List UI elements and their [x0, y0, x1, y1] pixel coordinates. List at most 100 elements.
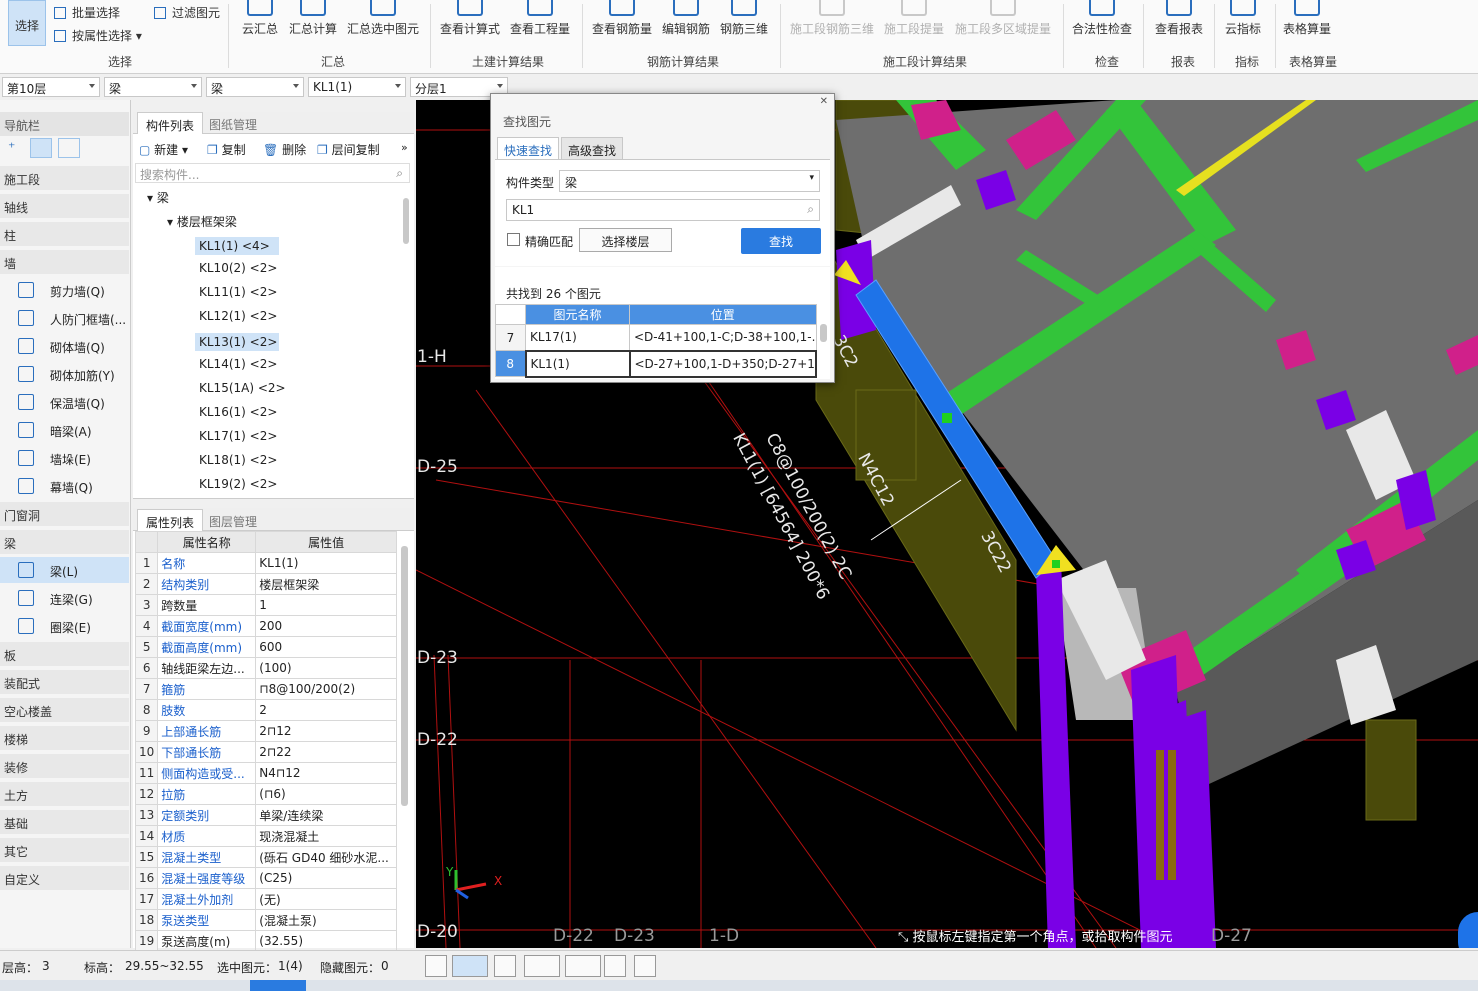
property-row[interactable]: 9 上部通长筋 2⊓12: [134, 720, 397, 742]
nav-category[interactable]: 楼梯: [0, 726, 129, 750]
summary-calc-button[interactable]: 汇总计算: [289, 0, 337, 48]
property-row[interactable]: 12 拉筋 (⊓6): [134, 783, 397, 805]
nav-item-wall[interactable]: 剪力墙(Q): [0, 277, 129, 303]
snap-box-icon[interactable]: [452, 955, 488, 977]
beam-grip-point[interactable]: [942, 413, 952, 423]
component-item[interactable]: KL16(1) <2>: [199, 405, 277, 419]
property-row[interactable]: 13 定额类别 单梁/连续梁: [134, 804, 397, 826]
property-row[interactable]: 5 截面高度(mm) 600: [134, 636, 397, 658]
more-icon[interactable]: »: [401, 141, 408, 154]
taskbar-active-app[interactable]: [250, 980, 306, 991]
screen-icon[interactable]: [604, 955, 626, 977]
nav-category[interactable]: 门窗洞: [0, 502, 129, 526]
property-value[interactable]: 1: [255, 594, 397, 616]
exact-match-checkbox[interactable]: [507, 233, 520, 246]
tab-quick-find[interactable]: 快速查找: [497, 137, 560, 159]
property-row[interactable]: 2 结构类别 楼层框架梁: [134, 573, 397, 595]
property-value[interactable]: (C25): [255, 867, 397, 889]
nav-item-beam[interactable]: 连梁(G): [0, 585, 129, 611]
view-rebar-button[interactable]: 查看钢筋量: [592, 0, 652, 48]
nav-category[interactable]: 墙: [0, 250, 129, 274]
nav-category[interactable]: 柱: [0, 222, 129, 246]
result-row[interactable]: 8 KL1(1) <D-27+100,1-D+350;D-27+1...: [495, 349, 817, 378]
angle-icon[interactable]: [524, 955, 560, 977]
property-row[interactable]: 15 混凝土类型 (砾石 GD40 细砂水泥...: [134, 846, 397, 868]
nav-category[interactable]: 基础: [0, 810, 129, 834]
result-scrollbar[interactable]: [820, 324, 827, 342]
prop-scrollbar[interactable]: [401, 546, 408, 806]
name-search-input[interactable]: KL1 ⌕: [506, 199, 820, 221]
select-button[interactable]: 选择: [8, 0, 46, 46]
property-value[interactable]: (⊓6): [255, 783, 397, 805]
summary-selected-button[interactable]: 汇总选中图元: [347, 0, 419, 48]
tab-advanced-find[interactable]: 高级查找: [561, 137, 624, 159]
property-value[interactable]: 现浇混凝土: [255, 825, 397, 847]
nav-category[interactable]: 自定义: [0, 866, 129, 890]
pin-icon[interactable]: ⁺: [8, 140, 26, 158]
stage-rebar-3d-button[interactable]: 施工段钢筋三维: [790, 0, 874, 48]
property-row[interactable]: 16 混凝土强度等级 (C25): [134, 867, 397, 889]
new-button[interactable]: ▢ 新建 ▾: [139, 141, 188, 158]
tree-scrollbar[interactable]: [403, 198, 409, 244]
view-formula-button[interactable]: 查看计算式: [440, 0, 500, 48]
tab-property-list[interactable]: 属性列表: [137, 509, 204, 531]
beam-grip-point[interactable]: [1052, 560, 1060, 568]
property-value[interactable]: 楼层框架梁: [255, 573, 397, 595]
stage-multi-button[interactable]: 施工段多区域提量: [955, 0, 1051, 48]
nav-item-wall[interactable]: 保温墙(Q): [0, 389, 129, 415]
ortho-icon[interactable]: [425, 955, 447, 977]
component-item[interactable]: KL14(1) <2>: [199, 357, 277, 371]
nav-category[interactable]: 其它: [0, 838, 129, 862]
tree-group-frame-beam[interactable]: ▾ 楼层框架梁: [167, 213, 237, 230]
property-row[interactable]: 10 下部通长筋 2⊓22: [134, 741, 397, 763]
component-item[interactable]: KL13(1) <2>: [195, 333, 279, 351]
nav-category[interactable]: 装修: [0, 754, 129, 778]
cloud-summary-button[interactable]: 云汇总: [242, 0, 278, 48]
property-row[interactable]: 19 泵送高度(m) (32.55): [134, 930, 397, 952]
property-row[interactable]: 18 泵送类型 (混凝土泵): [134, 909, 397, 931]
category-select[interactable]: 梁: [104, 77, 202, 97]
property-row[interactable]: 3 跨数量 1: [134, 594, 397, 616]
property-row[interactable]: 7 箍筋 ⊓8@100/200(2): [134, 678, 397, 700]
component-item[interactable]: KL10(2) <2>: [199, 261, 277, 275]
cloud-index-button[interactable]: 云指标: [1225, 0, 1261, 48]
rebar-3d-button[interactable]: 钢筋三维: [720, 0, 768, 48]
nav-item-wall[interactable]: 暗梁(A): [0, 417, 129, 443]
batch-select-button[interactable]: 批量选择: [54, 4, 120, 21]
delete-button[interactable]: 🗑 删除: [263, 141, 306, 158]
property-row[interactable]: 17 混凝土外加剂 (无): [134, 888, 397, 910]
component-select[interactable]: KL1(1): [308, 77, 406, 97]
nav-category[interactable]: 空心楼盖: [0, 698, 129, 722]
property-value[interactable]: (无): [255, 888, 397, 910]
tab-component-list[interactable]: 构件列表: [137, 112, 204, 134]
component-item[interactable]: KL17(1) <2>: [199, 429, 277, 443]
nav-item-beam[interactable]: 圈梁(E): [0, 613, 129, 639]
property-value[interactable]: 2⊓22: [255, 741, 397, 763]
cross-icon[interactable]: [494, 955, 516, 977]
property-value[interactable]: 单梁/连续梁: [255, 804, 397, 826]
tree-root-beam[interactable]: ▾ 梁: [147, 189, 169, 206]
filter-element-button[interactable]: 过滤图元: [154, 4, 220, 21]
nav-category[interactable]: 装配式: [0, 670, 129, 694]
tree-view-icon[interactable]: [58, 138, 80, 158]
tab-drawing-manage[interactable]: 图纸管理: [201, 112, 265, 134]
arc-icon[interactable]: [634, 955, 656, 977]
type-select[interactable]: 梁 ▾: [559, 170, 820, 192]
nav-item-beam[interactable]: 梁(L): [0, 557, 129, 583]
component-item[interactable]: KL15(1A) <2>: [199, 381, 286, 395]
property-value[interactable]: N4⊓12: [255, 762, 397, 784]
component-item[interactable]: KL1(1) <4>: [195, 237, 279, 255]
edit-rebar-button[interactable]: 编辑钢筋: [662, 0, 710, 48]
property-value[interactable]: ⊓8@100/200(2): [255, 678, 397, 700]
nav-item-wall[interactable]: 砌体墙(Q): [0, 333, 129, 359]
property-value[interactable]: KL1(1): [255, 552, 397, 574]
property-value[interactable]: 2⊓12: [255, 720, 397, 742]
select-floor-button[interactable]: 选择楼层: [579, 228, 672, 252]
property-row[interactable]: 8 肢数 2: [134, 699, 397, 721]
property-value[interactable]: 2: [255, 699, 397, 721]
property-value[interactable]: (32.55): [255, 930, 397, 952]
nav-item-wall[interactable]: 人防门框墙(...: [0, 305, 129, 331]
property-value[interactable]: 600: [255, 636, 397, 658]
view-quantity-button[interactable]: 查看工程量: [510, 0, 570, 48]
property-value[interactable]: (100): [255, 657, 397, 679]
